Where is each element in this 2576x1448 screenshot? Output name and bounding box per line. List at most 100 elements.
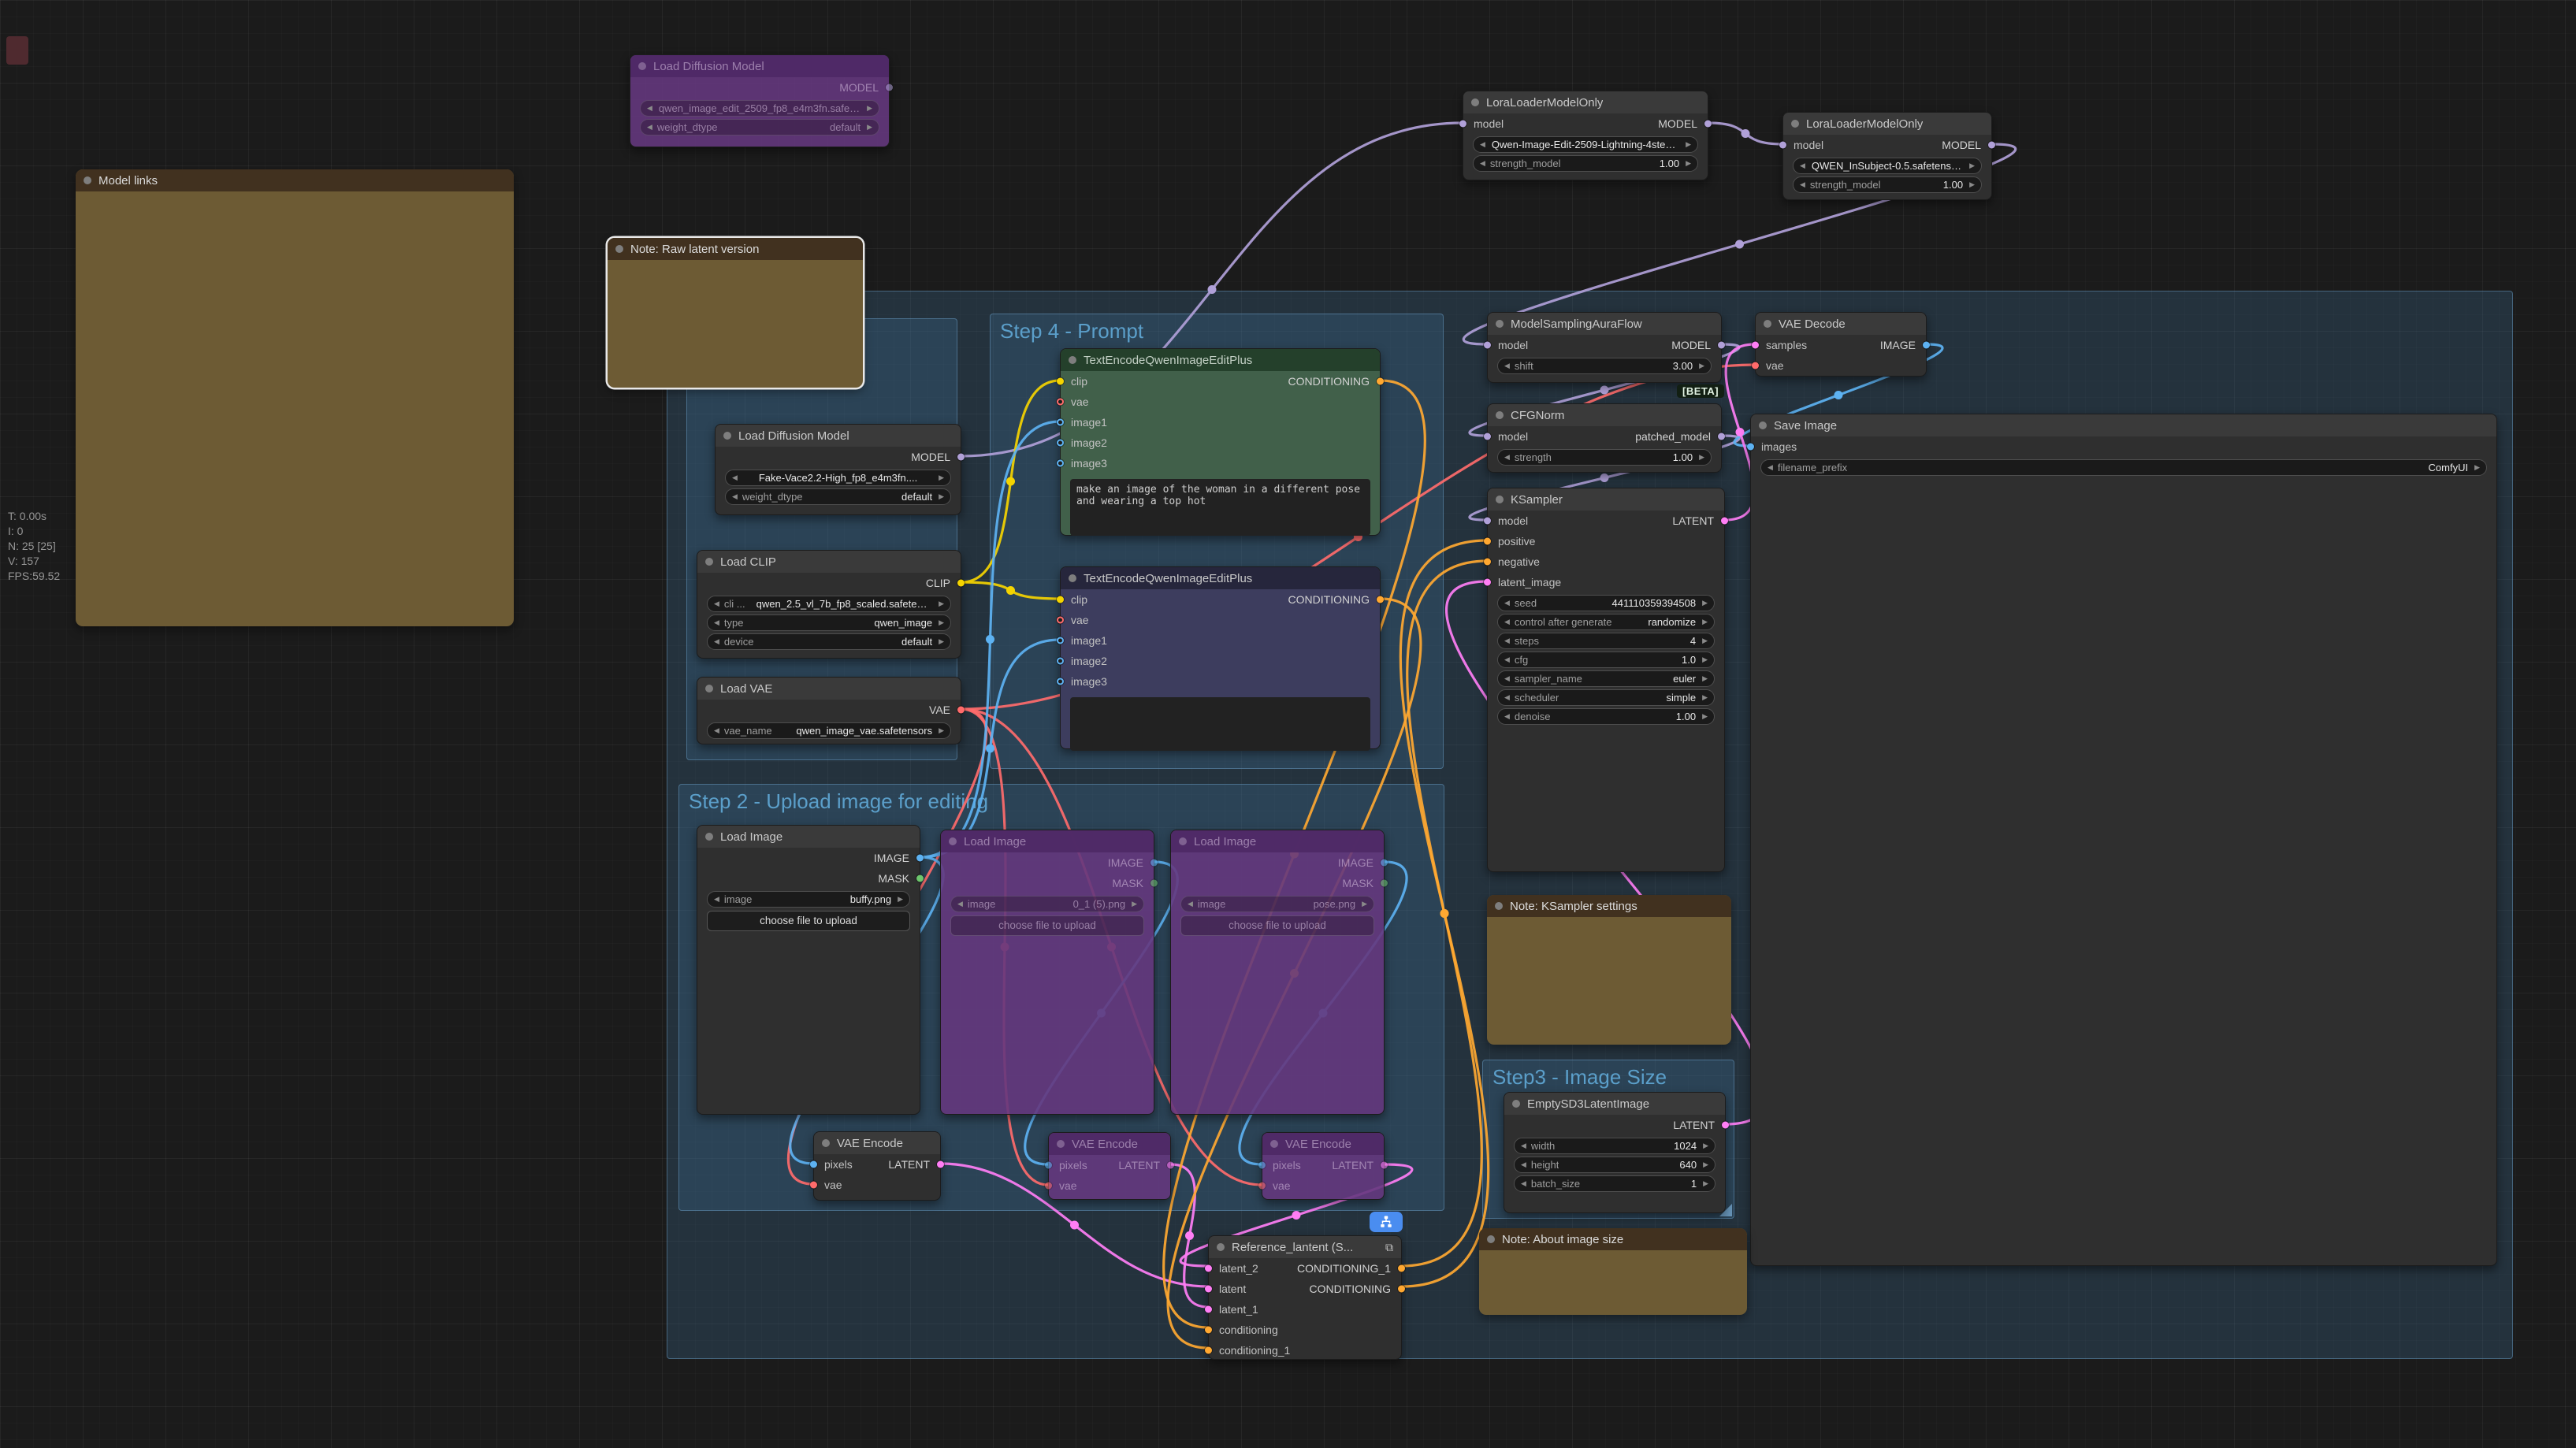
input-port-vae[interactable] <box>1057 399 1064 406</box>
combo-right-arrow[interactable]: ▶ <box>1132 900 1137 908</box>
collapse-dot-icon[interactable] <box>1496 496 1504 503</box>
node-header[interactable]: Load Diffusion Model <box>630 55 889 77</box>
combo-left-arrow[interactable]: ◀ <box>1188 900 1193 908</box>
widget-strength[interactable]: ◀strength1.00▶ <box>1497 449 1712 466</box>
widget-device[interactable]: ◀devicedefault▶ <box>707 633 951 650</box>
input-port-model[interactable] <box>1484 433 1491 440</box>
combo-right-arrow[interactable]: ▶ <box>1699 453 1704 462</box>
node-vae-decode[interactable]: VAE DecodesamplesIMAGEvae <box>1755 312 1927 377</box>
widget-image[interactable]: ◀imagebuffy.png▶ <box>707 891 910 908</box>
input-port-vae[interactable] <box>1752 362 1759 369</box>
node-header[interactable]: EmptySD3LatentImage <box>1504 1093 1725 1115</box>
output-port-VAE[interactable] <box>957 707 965 714</box>
widget-sampler-name[interactable]: ◀sampler_nameeuler▶ <box>1497 670 1715 687</box>
node-header[interactable]: VAE Decode <box>1756 313 1926 335</box>
combo-left-arrow[interactable]: ◀ <box>1504 674 1510 683</box>
input-port-conditioning_1[interactable] <box>1205 1347 1212 1354</box>
combo-left-arrow[interactable]: ◀ <box>1521 1160 1526 1169</box>
combo-right-arrow[interactable]: ▶ <box>1686 140 1691 149</box>
input-port-model[interactable] <box>1484 518 1491 525</box>
prompt-textarea[interactable]: make an image of the woman in a differen… <box>1070 479 1370 536</box>
combo-left-arrow[interactable]: ◀ <box>1504 693 1510 702</box>
input-port-latent_1[interactable] <box>1205 1306 1212 1313</box>
collapse-dot-icon[interactable] <box>1495 902 1503 910</box>
node-header[interactable]: VAE Encode <box>814 1132 940 1154</box>
node-header[interactable]: TextEncodeQwenImageEditPlus <box>1061 567 1380 589</box>
node-header[interactable]: LoraLoaderModelOnly <box>1783 113 1991 135</box>
combo-left-arrow[interactable]: ◀ <box>1504 453 1510 462</box>
node-header[interactable]: Save Image <box>1751 414 2496 436</box>
widget-weight-dtype[interactable]: ◀weight_dtypedefault▶ <box>640 119 879 136</box>
node-ksampler[interactable]: KSamplermodelLATENTpositivenegativelaten… <box>1487 488 1725 872</box>
upload-button[interactable]: choose file to upload <box>1180 915 1374 936</box>
note-header[interactable]: Model links <box>76 169 514 191</box>
collapse-dot-icon[interactable] <box>1764 320 1771 328</box>
output-port-LATENT[interactable] <box>937 1161 944 1168</box>
widget-value[interactable]: ◀Fake-Vace2.2-High_fp8_e4m3fn....▶ <box>725 470 951 486</box>
node-lora-loader-2[interactable]: LoraLoaderModelOnlymodelMODEL◀QWEN_InSub… <box>1782 112 1992 200</box>
input-port-model[interactable] <box>1484 342 1491 349</box>
widget-cli-[interactable]: ◀cli ...qwen_2.5_vl_7b_fp8_scaled.safete… <box>707 596 951 612</box>
combo-right-arrow[interactable]: ▶ <box>939 637 944 646</box>
node-header[interactable]: KSampler <box>1488 488 1724 511</box>
node-header[interactable]: Load Diffusion Model <box>716 425 961 447</box>
collapse-dot-icon[interactable] <box>1179 837 1187 845</box>
output-port-MASK[interactable] <box>916 875 924 882</box>
collapse-dot-icon[interactable] <box>705 558 713 566</box>
widget-strength-model[interactable]: ◀strength_model1.00▶ <box>1473 155 1698 172</box>
collapse-dot-icon[interactable] <box>638 62 646 70</box>
node-graph-canvas[interactable]: Step 4 - PromptStep 2 - Upload image for… <box>0 0 2576 1448</box>
output-port-LATENT[interactable] <box>1721 518 1728 525</box>
combo-right-arrow[interactable]: ▶ <box>1702 674 1708 683</box>
input-port-images[interactable] <box>1747 444 1754 451</box>
combo-left-arrow[interactable]: ◀ <box>647 104 652 113</box>
output-port-LATENT[interactable] <box>1381 1162 1388 1169</box>
output-port-patched_model[interactable] <box>1718 433 1725 440</box>
collapse-dot-icon[interactable] <box>822 1139 830 1147</box>
note-ksampler-settings[interactable]: Note: KSampler settings <box>1487 895 1731 1045</box>
combo-right-arrow[interactable]: ▶ <box>1686 159 1691 168</box>
widget-type[interactable]: ◀typeqwen_image▶ <box>707 614 951 631</box>
combo-left-arrow[interactable]: ◀ <box>1480 159 1485 168</box>
node-lora-loader-1[interactable]: LoraLoaderModelOnlymodelMODEL◀Qwen-Image… <box>1463 91 1708 180</box>
combo-right-arrow[interactable]: ▶ <box>1703 1179 1708 1188</box>
combo-left-arrow[interactable]: ◀ <box>1504 655 1510 664</box>
collapse-dot-icon[interactable] <box>1496 411 1504 419</box>
combo-right-arrow[interactable]: ▶ <box>867 104 872 113</box>
input-port-samples[interactable] <box>1752 342 1759 349</box>
node-load-vae[interactable]: Load VAEVAE◀vae_nameqwen_image_vae.safet… <box>697 677 961 744</box>
output-port-CLIP[interactable] <box>957 580 965 587</box>
link-midpoint-dot[interactable] <box>1741 129 1750 138</box>
open-subgraph-icon[interactable]: ⧉ <box>1385 1242 1393 1253</box>
collapse-dot-icon[interactable] <box>1791 120 1799 128</box>
combo-left-arrow[interactable]: ◀ <box>714 618 719 627</box>
node-vae-encode-3[interactable]: VAE EncodepixelsLATENTvae <box>1262 1132 1385 1200</box>
combo-right-arrow[interactable]: ▶ <box>1702 712 1708 721</box>
combo-right-arrow[interactable]: ▶ <box>1362 900 1367 908</box>
link-midpoint-dot[interactable] <box>1735 240 1744 249</box>
widget-shift[interactable]: ◀shift3.00▶ <box>1497 358 1712 374</box>
combo-left-arrow[interactable]: ◀ <box>732 492 738 501</box>
input-port-image2[interactable] <box>1057 440 1064 447</box>
input-port-image1[interactable] <box>1057 419 1064 426</box>
input-port-clip[interactable] <box>1057 596 1064 603</box>
output-port-MASK[interactable] <box>1150 880 1158 887</box>
node-header[interactable]: Load Image <box>941 830 1154 852</box>
combo-left-arrow[interactable]: ◀ <box>1521 1179 1526 1188</box>
widget-value[interactable]: ◀qwen_image_edit_2509_fp8_e4m3fn.safete … <box>640 100 879 117</box>
combo-left-arrow[interactable]: ◀ <box>1504 599 1510 607</box>
input-port-vae[interactable] <box>1057 617 1064 624</box>
output-port-CONDITIONING[interactable] <box>1377 596 1384 603</box>
combo-right-arrow[interactable]: ▶ <box>939 726 944 735</box>
note-header[interactable]: Note: Raw latent version <box>608 238 863 260</box>
widget-cfg[interactable]: ◀cfg1.0▶ <box>1497 652 1715 668</box>
node-load-clip[interactable]: Load CLIPCLIP◀cli ...qwen_2.5_vl_7b_fp8_… <box>697 550 961 659</box>
node-load-image-2[interactable]: Load ImageIMAGEMASK◀image0_1 (5).png▶cho… <box>940 830 1154 1115</box>
widget-image[interactable]: ◀image0_1 (5).png▶ <box>950 896 1144 912</box>
combo-right-arrow[interactable]: ▶ <box>939 473 944 482</box>
note-about-image-size[interactable]: Note: About image size <box>1479 1228 1747 1315</box>
collapse-dot-icon[interactable] <box>1069 574 1076 582</box>
widget-width[interactable]: ◀width1024▶ <box>1514 1138 1715 1154</box>
combo-right-arrow[interactable]: ▶ <box>1702 655 1708 664</box>
combo-right-arrow[interactable]: ▶ <box>1969 162 1975 170</box>
